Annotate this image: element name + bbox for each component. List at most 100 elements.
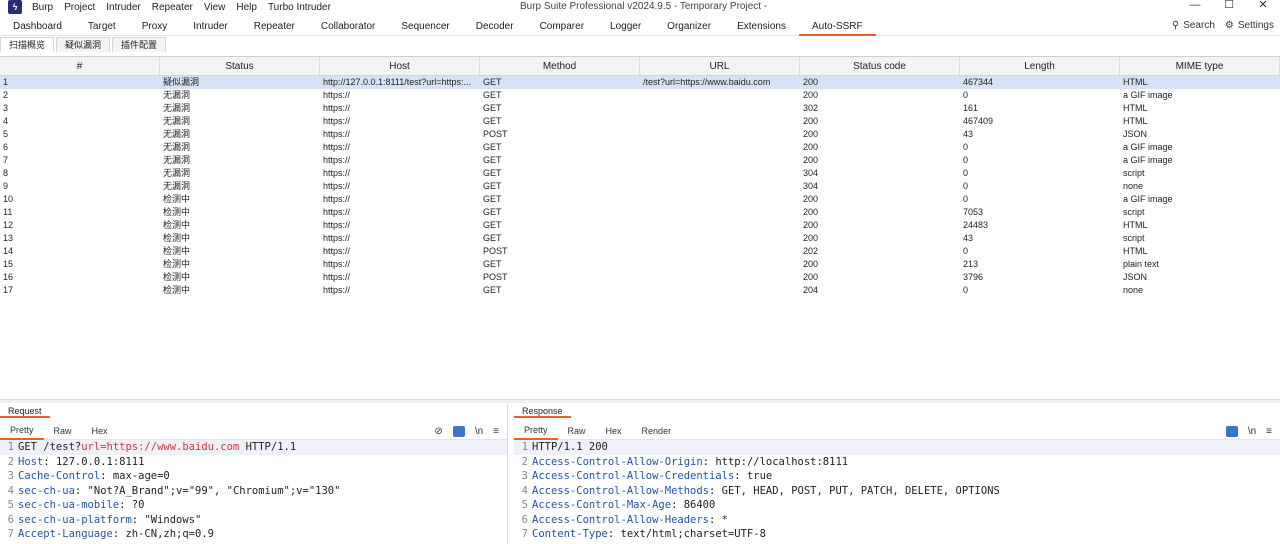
line-number: 7 — [7, 528, 14, 540]
tab-extensions[interactable]: Extensions — [724, 18, 799, 36]
tab-dashboard[interactable]: Dashboard — [0, 18, 75, 36]
tab-decoder[interactable]: Decoder — [463, 18, 527, 36]
tab-sequencer[interactable]: Sequencer — [388, 18, 462, 36]
maximize-icon[interactable]: ☐ — [1212, 0, 1246, 11]
table-row[interactable]: 1 疑似漏洞 http://127.0.0.1:8111/test?url=http… — [0, 76, 1280, 89]
code-text: Accept-Language: zh-CN,zh;q=0.9 — [18, 527, 214, 542]
table-row[interactable]: 9 无漏洞 https:// GET 304 0 none — [0, 180, 1280, 193]
search-icon[interactable]: ⚲ — [1172, 20, 1179, 31]
column-header[interactable]: # — [0, 57, 160, 75]
column-header[interactable]: Status code — [800, 57, 960, 75]
table-cell: POST — [483, 129, 508, 139]
subtab-scan-overview[interactable]: 扫描概览 — [0, 37, 55, 52]
menu-turbo-intruder[interactable]: Turbo Intruder — [268, 2, 331, 13]
search-button[interactable]: Search — [1183, 20, 1215, 31]
response-panel: Response Pretty Raw Hex Render \n ≡ 1 HTT… — [514, 404, 1280, 544]
table-cell — [640, 193, 800, 206]
eye-slash-icon[interactable]: ⊘ — [434, 426, 442, 437]
wrap-lines-icon[interactable] — [452, 426, 465, 437]
subtab-plugin-config[interactable]: 插件配置 — [112, 37, 167, 52]
column-header[interactable]: Length — [960, 57, 1120, 75]
newline-icon[interactable]: \n — [1248, 426, 1256, 437]
column-header[interactable]: URL — [640, 57, 800, 75]
request-tab-pretty[interactable]: Pretty — [0, 423, 44, 440]
response-tab-render[interactable]: Render — [632, 424, 682, 439]
tab-repeater[interactable]: Repeater — [241, 18, 308, 36]
request-tab-hex[interactable]: Hex — [82, 424, 118, 439]
column-header[interactable]: Method — [480, 57, 640, 75]
minimize-icon[interactable]: — — [1178, 0, 1212, 11]
code-line: 6 Access-Control-Allow-Headers: * — [514, 513, 1280, 528]
tab-logger[interactable]: Logger — [597, 18, 654, 36]
menu-view[interactable]: View — [204, 2, 226, 13]
table-cell: 3 — [3, 103, 9, 113]
table-cell: 0 — [963, 181, 969, 191]
table-cell: 6 — [3, 142, 9, 152]
table-cell: 检测中 — [163, 194, 191, 204]
table-row[interactable]: 13 检测中 https:// GET 200 43 script — [0, 232, 1280, 245]
table-row[interactable]: 4 无漏洞 https:// GET 200 467409 HTML — [0, 115, 1280, 128]
tab-intruder[interactable]: Intruder — [180, 18, 240, 36]
table-row[interactable]: 8 无漏洞 https:// GET 304 0 script — [0, 167, 1280, 180]
table-cell: https:// — [323, 272, 351, 282]
tab-collaborator[interactable]: Collaborator — [308, 18, 388, 36]
panel-splitter[interactable] — [0, 399, 1280, 403]
request-editor[interactable]: 1 GET /test?url=https://www.baidu.com HTT… — [0, 440, 507, 542]
table-cell: https:// — [323, 220, 351, 230]
table-cell: script — [1123, 168, 1145, 178]
table-row[interactable]: 2 无漏洞 https:// GET 200 0 a GIF image — [0, 89, 1280, 102]
close-icon[interactable]: ✕ — [1246, 0, 1280, 11]
table-cell: 无漏洞 — [163, 116, 191, 126]
request-tab-raw[interactable]: Raw — [44, 424, 82, 439]
menu-repeater[interactable]: Repeater — [152, 2, 193, 13]
hamburger-menu-icon[interactable]: ≡ — [1266, 426, 1272, 437]
subtab-suspected-vulns[interactable]: 疑似漏洞 — [56, 37, 111, 52]
response-tab-hex[interactable]: Hex — [596, 424, 632, 439]
code-text: Access-Control-Allow-Origin: http://loca… — [532, 455, 848, 470]
table-row[interactable]: 5 无漏洞 https:// POST 200 43 JSON — [0, 128, 1280, 141]
menu-burp[interactable]: Burp — [32, 2, 53, 13]
tab-target[interactable]: Target — [75, 18, 129, 36]
code-text: GET /test?url=https://www.baidu.com HTTP… — [18, 440, 296, 455]
table-row[interactable]: 6 无漏洞 https:// GET 200 0 a GIF image — [0, 141, 1280, 154]
table-cell: 无漏洞 — [163, 142, 191, 152]
table-cell: JSON — [1123, 129, 1148, 139]
table-cell — [640, 128, 800, 141]
tab-auto-ssrf[interactable]: Auto-SSRF — [799, 18, 876, 36]
tab-comparer[interactable]: Comparer — [527, 18, 597, 36]
column-header[interactable]: Host — [320, 57, 480, 75]
code-text: sec-ch-ua-mobile: ?0 — [18, 498, 144, 513]
line-number: 4 — [7, 484, 14, 497]
response-editor[interactable]: 1 HTTP/1.1 200 2 Access-Control-Allow-Origi… — [514, 440, 1280, 542]
table-row[interactable]: 15 检测中 https:// GET 200 213 plain text — [0, 258, 1280, 271]
table-cell: GET — [483, 155, 502, 165]
table-row[interactable]: 11 检测中 https:// GET 200 7053 script — [0, 206, 1280, 219]
gear-icon[interactable]: ⚙ — [1225, 20, 1234, 31]
request-panel: Request Pretty Raw Hex ⊘ \n ≡ 1 GET /test… — [0, 404, 508, 544]
table-row[interactable]: 16 检测中 https:// POST 200 3796 JSON — [0, 271, 1280, 284]
response-tab-raw[interactable]: Raw — [558, 424, 596, 439]
table-row[interactable]: 17 检测中 https:// GET 204 0 none — [0, 284, 1280, 297]
wrap-lines-icon[interactable] — [1225, 426, 1238, 437]
table-cell: none — [1123, 285, 1144, 295]
line-number: 4 — [521, 484, 528, 497]
table-cell — [640, 219, 800, 232]
menu-help[interactable]: Help — [236, 2, 257, 13]
tab-proxy[interactable]: Proxy — [129, 18, 181, 36]
menu-project[interactable]: Project — [64, 2, 95, 13]
table-cell: 检测中 — [163, 220, 191, 230]
menu-intruder[interactable]: Intruder — [106, 2, 140, 13]
table-row[interactable]: 10 检测中 https:// GET 200 0 a GIF image — [0, 193, 1280, 206]
settings-button[interactable]: Settings — [1238, 20, 1274, 31]
table-row[interactable]: 7 无漏洞 https:// GET 200 0 a GIF image — [0, 154, 1280, 167]
newline-icon[interactable]: \n — [475, 426, 483, 437]
table-row[interactable]: 12 检测中 https:// GET 200 24483 HTML — [0, 219, 1280, 232]
hamburger-menu-icon[interactable]: ≡ — [493, 426, 499, 437]
response-tab-pretty[interactable]: Pretty — [514, 423, 558, 440]
table-row[interactable]: 3 无漏洞 https:// GET 302 161 HTML — [0, 102, 1280, 115]
column-header[interactable]: MIME type — [1120, 57, 1280, 75]
tab-organizer[interactable]: Organizer — [654, 18, 724, 36]
table-cell: 15 — [3, 259, 14, 269]
column-header[interactable]: Status — [160, 57, 320, 75]
table-row[interactable]: 14 检测中 https:// POST 202 0 HTML — [0, 245, 1280, 258]
